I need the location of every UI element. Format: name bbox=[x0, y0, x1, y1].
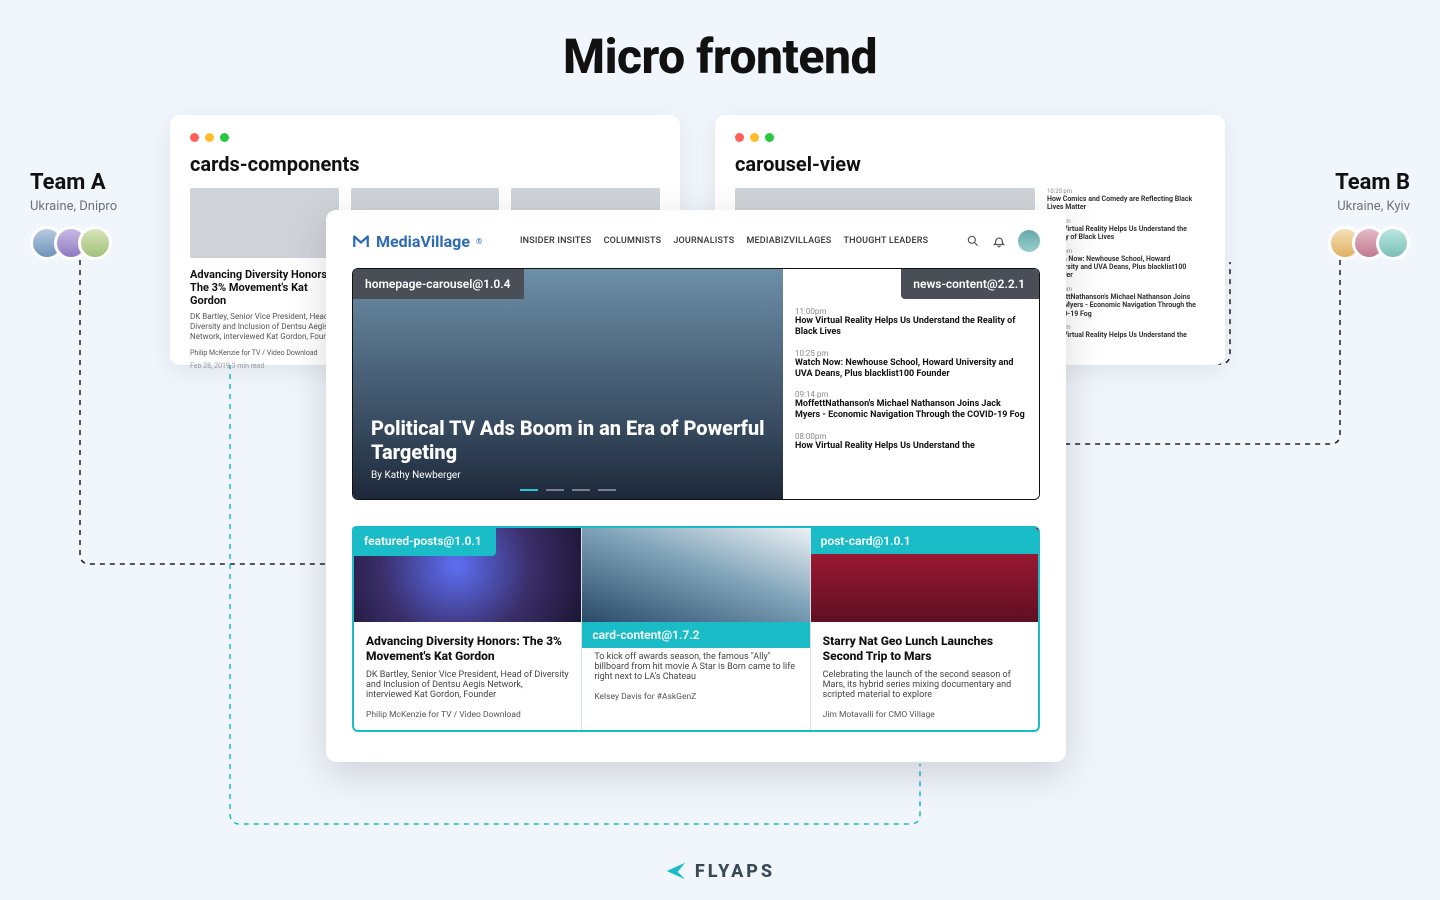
nav-item[interactable]: INSIDER INSITES bbox=[520, 236, 592, 246]
bell-icon[interactable] bbox=[992, 234, 1006, 248]
search-icon[interactable] bbox=[966, 234, 980, 248]
hero-author: By Kathy Newberger bbox=[371, 470, 765, 481]
main-site-window: MediaVillage® INSIDER INSITES COLUMNISTS… bbox=[326, 210, 1066, 762]
card-placeholder bbox=[190, 188, 339, 258]
post-card[interactable]: card-content@1.7.2 To kick off awards se… bbox=[582, 528, 810, 730]
nav-item[interactable]: COLUMNISTS bbox=[604, 236, 662, 246]
news-sidebar: news-content@2.2.1 11:00pmHow Virtual Re… bbox=[783, 269, 1039, 499]
mini-news-list: 10:25 pmHow Comics and Comedy are Reflec… bbox=[1047, 188, 1197, 345]
avatar bbox=[78, 226, 112, 260]
page-title: Micro frontend bbox=[563, 28, 877, 85]
hero-carousel[interactable]: Political TV Ads Boom in an Era of Power… bbox=[353, 269, 783, 499]
brand[interactable]: MediaVillage® bbox=[352, 232, 482, 251]
tag-card-content: card-content@1.7.2 bbox=[582, 622, 809, 648]
flyaps-icon bbox=[665, 860, 687, 882]
tag-post-card: post-card@1.0.1 bbox=[811, 528, 1038, 554]
hero-wrap: homepage-carousel@1.0.4 Political TV Ads… bbox=[352, 268, 1040, 500]
team-b-name: Team B bbox=[1280, 170, 1410, 195]
nav-item[interactable]: THOUGHT LEADERS bbox=[843, 236, 928, 246]
post-card[interactable]: Advancing Diversity Honors: The 3% Movem… bbox=[354, 528, 582, 730]
window-dots bbox=[190, 133, 660, 142]
browser-b-title: carousel-view bbox=[735, 152, 1205, 176]
featured-posts: featured-posts@1.0.1 Advancing Diversity… bbox=[352, 526, 1040, 732]
news-item: 08:00pmHow Virtual Reality Helps Us Unde… bbox=[795, 432, 1027, 452]
user-avatar[interactable] bbox=[1018, 230, 1040, 252]
team-a-location: Ukraine, Dnipro bbox=[30, 199, 160, 214]
tag-featured-posts: featured-posts@1.0.1 bbox=[352, 526, 496, 556]
team-b-panel: Team B Ukraine, Kyiv bbox=[1280, 170, 1410, 260]
news-item: 10:25 pmWatch Now: Newhouse School, Howa… bbox=[795, 349, 1027, 381]
card-sample-text: Advancing Diversity Honors: The 3% Movem… bbox=[190, 268, 340, 371]
post-card[interactable]: post-card@1.0.1 Starry Nat Geo Lunch Lau… bbox=[811, 528, 1038, 730]
main-nav: INSIDER INSITES COLUMNISTS JOURNALISTS M… bbox=[520, 236, 928, 246]
team-a-panel: Team A Ukraine, Dnipro bbox=[30, 170, 160, 260]
carousel-pager[interactable] bbox=[520, 489, 616, 491]
nav-item[interactable]: MEDIABIZVILLAGES bbox=[746, 236, 831, 246]
hero-title: Political TV Ads Boom in an Era of Power… bbox=[371, 416, 765, 464]
brand-icon bbox=[352, 232, 370, 250]
tag-homepage-carousel: homepage-carousel@1.0.4 bbox=[353, 269, 524, 299]
post-image bbox=[582, 528, 809, 622]
team-a-name: Team A bbox=[30, 170, 160, 195]
news-item: 09:14 pmMoffettNathanson's Michael Natha… bbox=[795, 390, 1027, 422]
browser-a-title: cards-components bbox=[190, 152, 660, 176]
team-b-location: Ukraine, Kyiv bbox=[1280, 199, 1410, 214]
window-dots bbox=[735, 133, 1205, 142]
news-item: 11:00pmHow Virtual Reality Helps Us Unde… bbox=[795, 307, 1027, 339]
team-b-avatars bbox=[1280, 226, 1410, 260]
nav-item[interactable]: JOURNALISTS bbox=[673, 236, 734, 246]
team-a-avatars bbox=[30, 226, 160, 260]
avatar bbox=[1376, 226, 1410, 260]
tag-news-content: news-content@2.2.1 bbox=[901, 269, 1039, 299]
flyaps-logo: FLYAPS bbox=[665, 860, 775, 882]
